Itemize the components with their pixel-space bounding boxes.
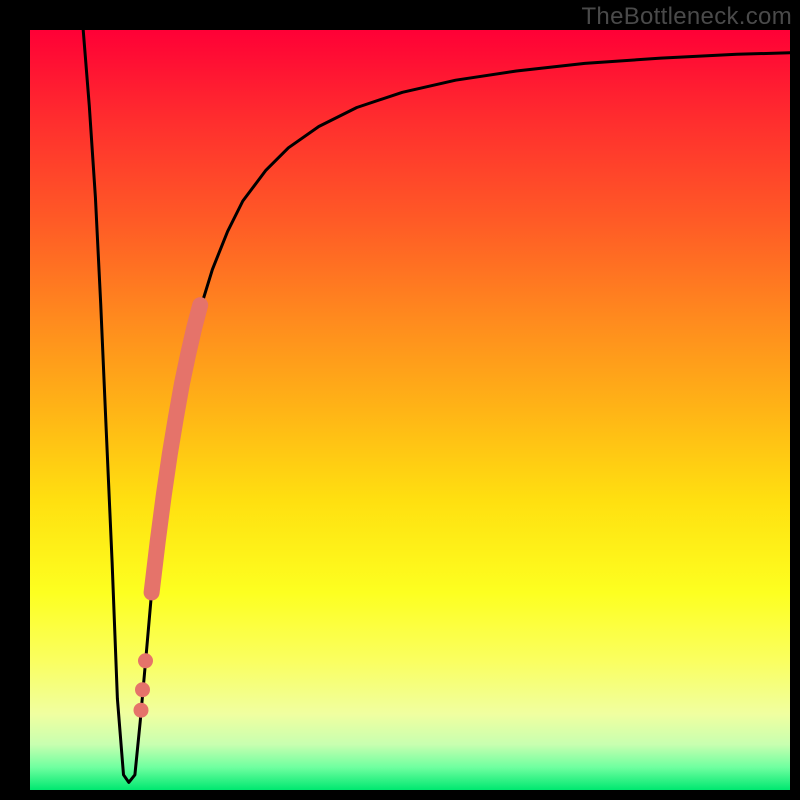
highlight-dots-sparse xyxy=(134,653,154,717)
highlight-segment xyxy=(152,305,201,592)
chart-svg xyxy=(30,30,790,790)
curve-path xyxy=(83,30,790,782)
bottleneck-curve xyxy=(83,30,790,782)
highlight-dot xyxy=(135,682,150,697)
watermark-text: TheBottleneck.com xyxy=(581,3,792,31)
plot-area xyxy=(30,30,790,790)
highlight-segment-path xyxy=(152,305,201,592)
highlight-dot xyxy=(134,703,149,718)
highlight-dot xyxy=(138,653,153,668)
chart-root: TheBottleneck.com xyxy=(0,0,800,800)
